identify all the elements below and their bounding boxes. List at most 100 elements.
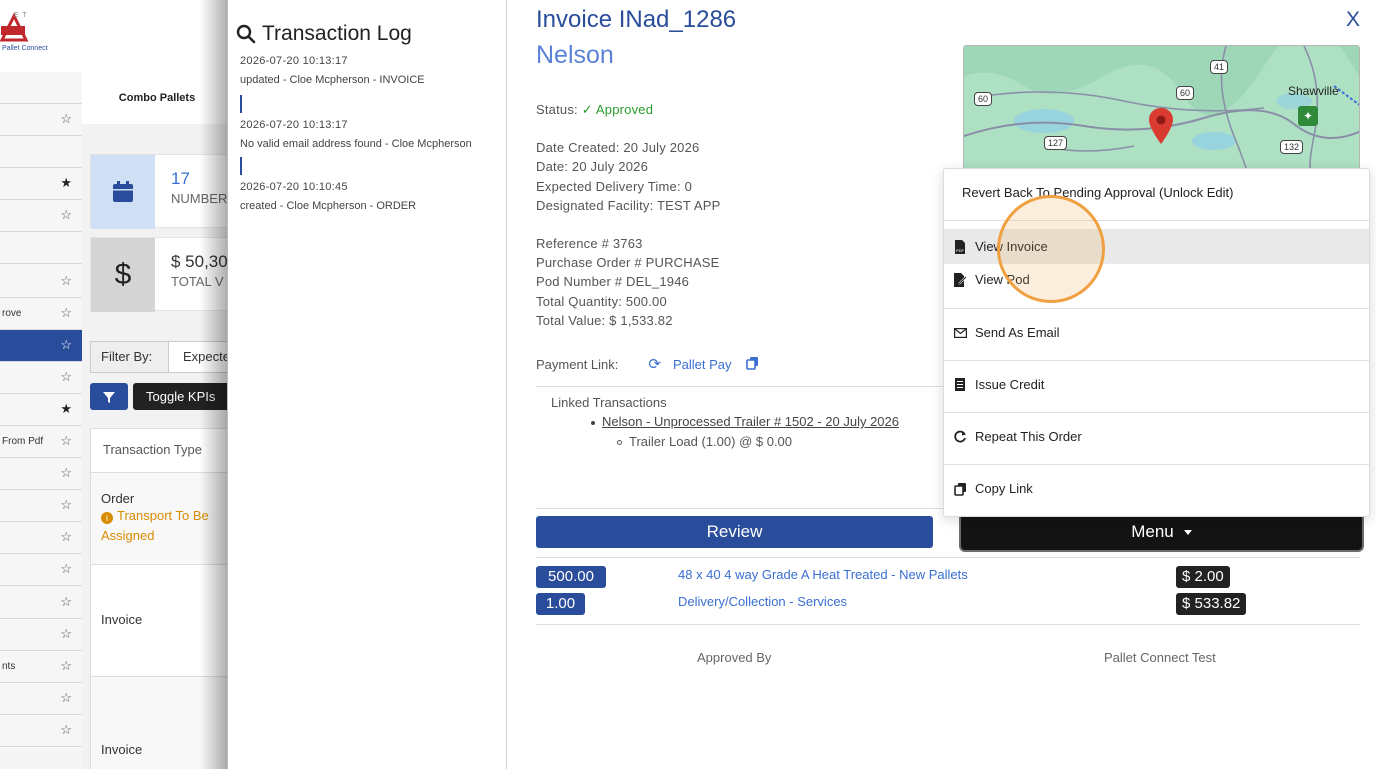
pallet-pay-link[interactable]: Pallet Pay: [673, 357, 732, 372]
star-icon[interactable]: ☆: [60, 337, 72, 353]
nav-row[interactable]: ☆: [0, 458, 82, 490]
invoice-title: Invoice INad_1286: [536, 6, 737, 33]
company-label: Pallet Connect Test: [1104, 650, 1216, 665]
star-icon[interactable]: ☆: [60, 529, 72, 545]
nav-row[interactable]: ☆: [0, 554, 82, 586]
logo-subtext: E T: [14, 12, 28, 19]
nav-row[interactable]: ☆: [0, 266, 82, 298]
pod-number: Pod Number # DEL_1946: [536, 274, 690, 289]
star-icon[interactable]: ☆: [60, 626, 72, 642]
pdf-file-icon: PDF: [953, 239, 967, 254]
caret-down-icon: [1183, 530, 1192, 536]
nav-row[interactable]: From Pdf ☆: [0, 426, 82, 458]
status-line: Status: ✓ Approved: [536, 102, 654, 117]
menu-item-issue-credit[interactable]: Issue Credit: [944, 377, 1369, 392]
transaction-log-panel: Transaction Log 2026-07-20 10:13:17 upda…: [227, 0, 507, 769]
nav-row[interactable]: ☆: [0, 715, 82, 747]
menu-button[interactable]: Menu: [961, 514, 1362, 550]
document-icon: [953, 378, 967, 392]
star-filled-icon[interactable]: ★: [60, 175, 72, 191]
line-item-link[interactable]: Delivery/Collection - Services: [678, 594, 847, 609]
linked-transaction-detail: Trailer Load (1.00) @ $ 0.00: [617, 434, 792, 449]
menu-item-copy-link[interactable]: Copy Link: [944, 481, 1369, 496]
menu-divider: [944, 220, 1369, 221]
star-icon[interactable]: ☆: [60, 465, 72, 481]
log-message: created - Cloe Mcpherson - ORDER: [240, 200, 417, 212]
customer-name[interactable]: Nelson: [536, 41, 614, 70]
star-icon[interactable]: ☆: [60, 497, 72, 513]
filter-by-label: Filter By:: [91, 342, 169, 372]
nav-row[interactable]: nts ☆: [0, 651, 82, 683]
location-map[interactable]: 41 60 60 127 132 Shawville ✦: [963, 45, 1360, 170]
menu-item-revert[interactable]: Revert Back To Pending Approval (Unlock …: [962, 185, 1376, 200]
nav-row[interactable]: rove ☆: [0, 298, 82, 330]
close-button[interactable]: X: [1346, 8, 1360, 32]
park-icon: ✦: [1298, 106, 1318, 126]
linked-transactions-title: Linked Transactions: [551, 395, 667, 410]
star-icon[interactable]: ☆: [60, 561, 72, 577]
nav-row[interactable]: ☆: [0, 362, 82, 394]
nav-row[interactable]: [0, 136, 82, 168]
svg-text:PDF: PDF: [956, 248, 965, 253]
star-icon[interactable]: ☆: [60, 305, 72, 321]
nav-row-active[interactable]: ☆: [0, 330, 82, 362]
nav-row[interactable]: ☆: [0, 683, 82, 715]
nav-row[interactable]: ☆: [0, 522, 82, 554]
logo-text: Pallet Connect: [2, 45, 48, 52]
nav-row[interactable]: ☆: [0, 490, 82, 522]
nav-row[interactable]: ★: [0, 168, 82, 200]
menu-item-view-invoice[interactable]: PDF View Invoice: [944, 229, 1369, 264]
row-type: Invoice: [101, 612, 143, 627]
quantity-badge: 1.00: [536, 593, 585, 615]
log-entry: 2026-07-20 10:10:45 created - Cloe Mcphe…: [240, 181, 416, 212]
star-icon[interactable]: ☆: [60, 722, 72, 738]
menu-item-view-pod[interactable]: View Pod: [944, 272, 1369, 287]
divider: [536, 557, 1360, 558]
check-icon: ✓: [581, 102, 593, 117]
nav-row[interactable]: [0, 232, 82, 264]
info-icon: i: [101, 512, 113, 524]
log-message: No valid email address found - Cloe Mcph…: [240, 138, 472, 150]
status-badge: ✓ Approved: [581, 102, 654, 117]
nav-row[interactable]: [0, 72, 82, 104]
price-badge: $ 533.82: [1176, 593, 1247, 615]
linked-transaction-link[interactable]: Nelson - Unprocessed Trailer # 1502 - 20…: [602, 414, 899, 429]
search-icon: [236, 24, 256, 44]
copy-icon[interactable]: [745, 356, 759, 373]
payment-link-label: Payment Link:: [536, 356, 619, 372]
map-pin-icon: [1149, 108, 1173, 144]
star-icon[interactable]: ☆: [60, 433, 72, 449]
star-icon[interactable]: ☆: [60, 690, 72, 706]
star-filled-icon[interactable]: ★: [60, 401, 72, 417]
copy-icon: [953, 482, 967, 496]
nav-row[interactable]: ☆: [0, 619, 82, 651]
dollar-icon: $: [91, 238, 155, 312]
transaction-log-title: Transaction Log: [236, 22, 412, 46]
divider: [536, 624, 1360, 625]
nav-row[interactable]: ☆: [0, 587, 82, 619]
nav-row[interactable]: ★: [0, 394, 82, 426]
repeat-icon: [953, 430, 967, 444]
menu-divider: [944, 308, 1369, 309]
star-icon[interactable]: ☆: [60, 111, 72, 127]
town-label: Shawville: [1288, 84, 1339, 98]
filter-button[interactable]: [90, 383, 128, 410]
star-icon[interactable]: ☆: [60, 658, 72, 674]
nav-row[interactable]: ☆: [0, 200, 82, 232]
divider: [536, 508, 946, 509]
star-icon[interactable]: ☆: [60, 273, 72, 289]
nav-row[interactable]: ☆: [0, 104, 82, 136]
menu-dropdown: Revert Back To Pending Approval (Unlock …: [943, 168, 1370, 517]
envelope-icon: [953, 326, 967, 340]
line-item-link[interactable]: 48 x 40 4 way Grade A Heat Treated - New…: [678, 567, 968, 582]
route-shield: 127: [1044, 136, 1068, 150]
menu-item-send-email[interactable]: Send As Email: [944, 325, 1369, 340]
star-icon[interactable]: ☆: [60, 207, 72, 223]
payment-link-row: Payment Link: ⟳ Pallet Pay: [536, 355, 759, 373]
quantity-badge: 500.00: [536, 566, 606, 588]
review-button[interactable]: Review: [536, 516, 933, 548]
refresh-icon[interactable]: ⟳: [648, 355, 661, 373]
menu-item-repeat-order[interactable]: Repeat This Order: [944, 429, 1369, 444]
star-icon[interactable]: ☆: [60, 594, 72, 610]
star-icon[interactable]: ☆: [60, 369, 72, 385]
